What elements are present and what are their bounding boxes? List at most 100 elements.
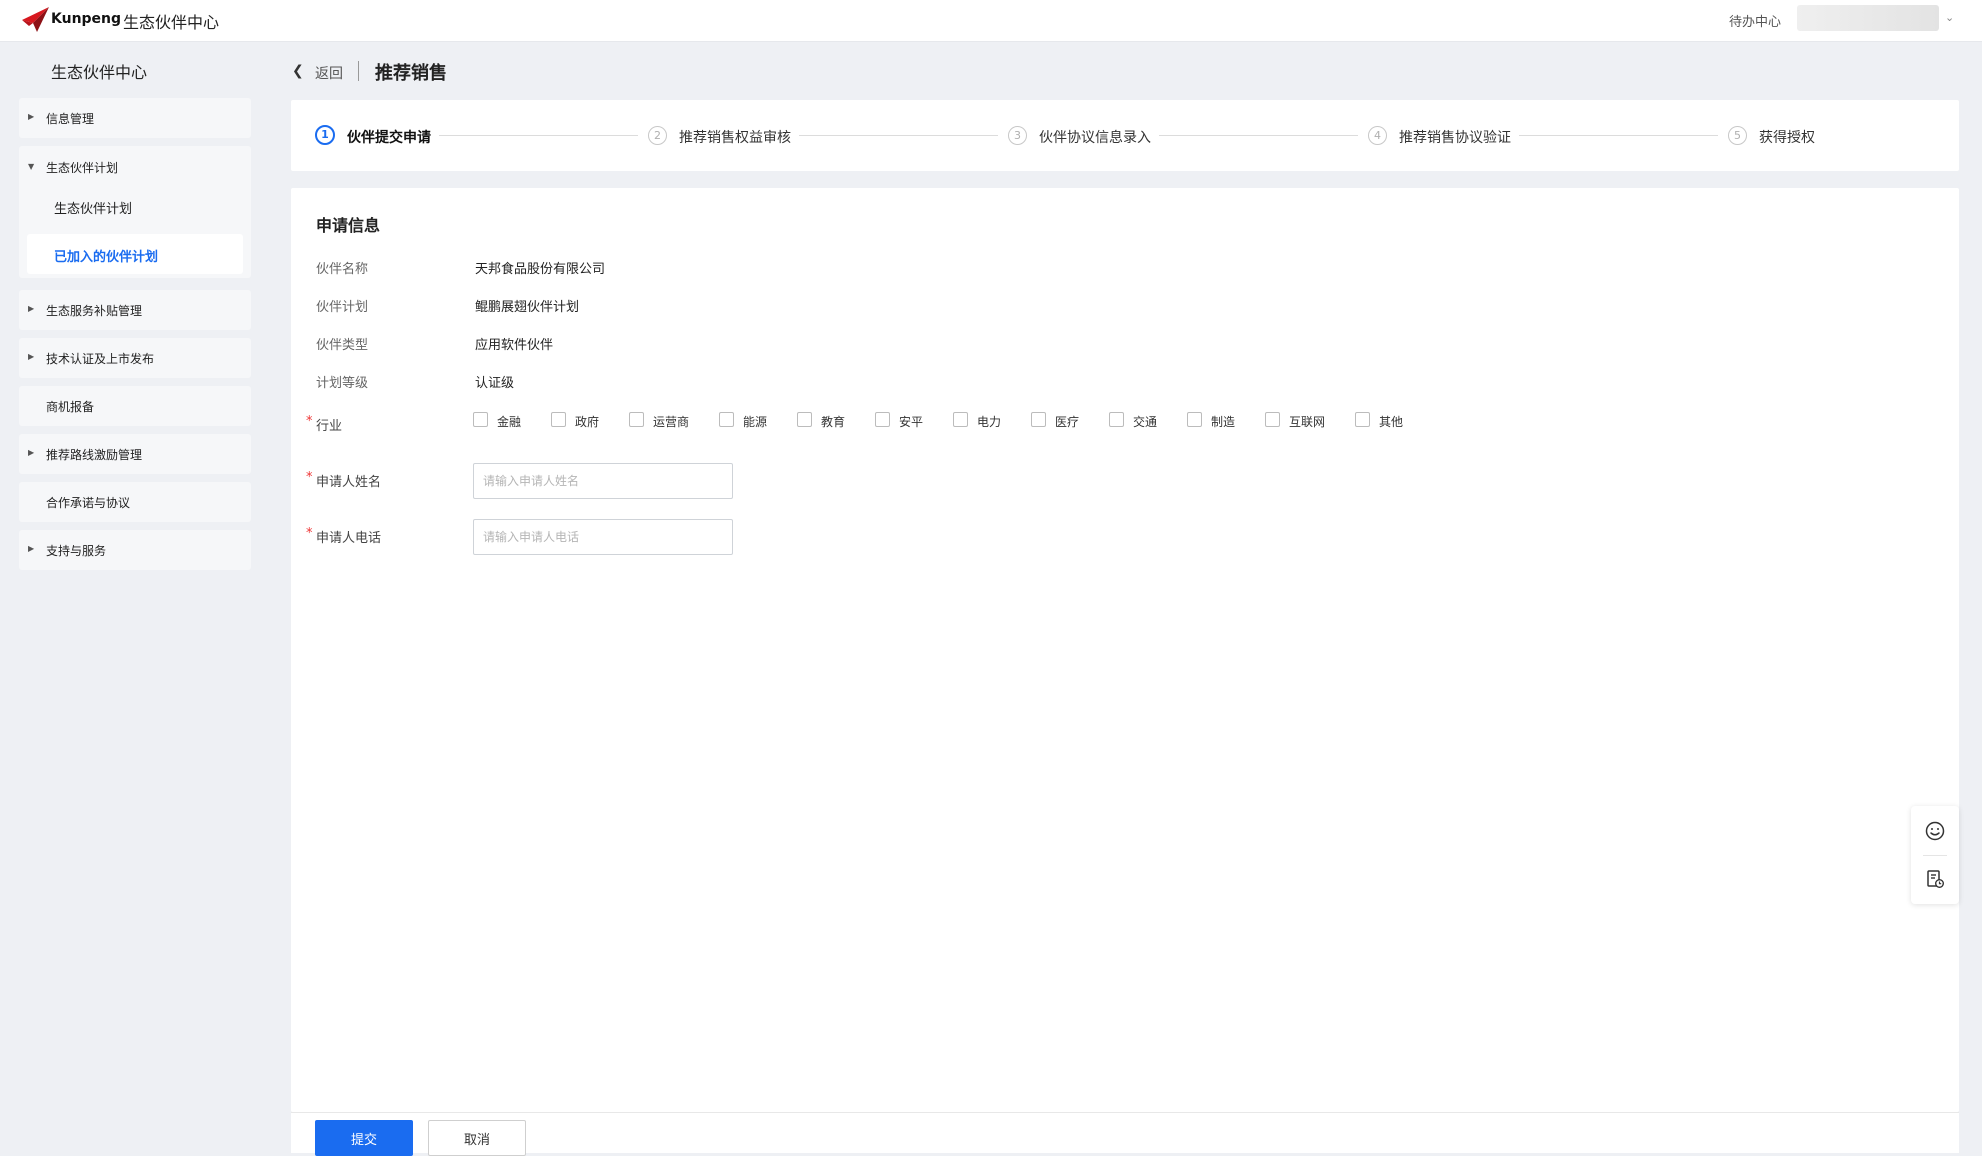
- chevron-down-icon[interactable]: ⌄: [1945, 11, 1954, 24]
- sidebar-item-commitment-agreement[interactable]: 合作承诺与协议: [19, 482, 251, 522]
- checkbox-box[interactable]: [629, 412, 644, 427]
- applicant-name-input[interactable]: [473, 463, 733, 499]
- field-value-partner-plan: 鲲鹏展翅伙伴计划: [475, 300, 580, 315]
- step-number-5: 5: [1728, 126, 1747, 145]
- sidebar-item-subsidy-management[interactable]: ▶ 生态服务补贴管理: [19, 290, 251, 330]
- floating-toolbar: [1911, 806, 1959, 904]
- checkbox-box[interactable]: [953, 412, 968, 427]
- sidebar-item-label: 信息管理: [46, 112, 95, 126]
- checkbox-label[interactable]: 教育: [821, 413, 845, 430]
- checkbox-label[interactable]: 电力: [977, 413, 1001, 430]
- caret-down-icon[interactable]: ▼: [28, 162, 34, 171]
- sidebar-item-label: 技术认证及上市发布: [46, 352, 155, 366]
- checkbox-box[interactable]: [551, 412, 566, 427]
- checkbox-label[interactable]: 交通: [1133, 413, 1157, 430]
- checkbox-box[interactable]: [797, 412, 812, 427]
- step-label-4: 推荐销售协议验证: [1399, 130, 1511, 146]
- caret-right-icon: ▶: [28, 448, 35, 457]
- sidebar-item-certification-release[interactable]: ▶ 技术认证及上市发布: [19, 338, 251, 378]
- required-mark: *: [306, 526, 313, 541]
- step-connector: [439, 135, 638, 136]
- sidebar-item-opportunity-report[interactable]: 商机报备: [19, 386, 251, 426]
- field-value-plan-level: 认证级: [475, 376, 515, 391]
- step-label-3: 伙伴协议信息录入: [1039, 130, 1151, 146]
- required-mark: *: [306, 414, 313, 429]
- sidebar-item-label: 推荐路线激励管理: [46, 448, 143, 462]
- checkbox-box[interactable]: [1109, 412, 1124, 427]
- sidebar-item-support-service[interactable]: ▶ 支持与服务: [19, 530, 251, 570]
- field-label-partner-type: 伙伴类型: [316, 338, 369, 353]
- top-bar: Kunpeng 生态伙伴中心 待办中心 ⌄: [0, 0, 1982, 42]
- field-value-partner-type: 应用软件伙伴: [475, 338, 554, 353]
- step-number-2: 2: [648, 126, 667, 145]
- step-connector: [1519, 135, 1718, 136]
- checkbox-box[interactable]: [1355, 412, 1370, 427]
- application-form: 申请信息 伙伴名称 天邦食品股份有限公司 伙伴计划 鲲鹏展翅伙伴计划 伙伴类型 …: [291, 188, 1959, 1112]
- steps-card: 1 伙伴提交申请 2 推荐销售权益审核 3 伙伴协议信息录入 4 推荐销售协议验…: [291, 100, 1959, 171]
- step-number-4: 4: [1368, 126, 1387, 145]
- step-label-1: 伙伴提交申请: [347, 130, 431, 146]
- sidebar-subitem-joined-plans[interactable]: 已加入的伙伴计划: [27, 234, 243, 274]
- step-connector: [799, 135, 998, 136]
- field-label-partner-name: 伙伴名称: [316, 262, 369, 277]
- smiley-feedback-icon[interactable]: [1924, 820, 1946, 842]
- required-mark: *: [306, 470, 313, 485]
- checkbox-box[interactable]: [875, 412, 890, 427]
- submit-button[interactable]: 提交: [315, 1120, 413, 1156]
- field-label-partner-plan: 伙伴计划: [316, 300, 369, 315]
- caret-right-icon: ▶: [28, 112, 35, 121]
- checkbox-box[interactable]: [1187, 412, 1202, 427]
- kunpeng-logo-icon[interactable]: [20, 6, 50, 34]
- back-arrow-icon[interactable]: ❮: [292, 63, 304, 79]
- caret-right-icon: ▶: [28, 304, 35, 313]
- checkbox-label[interactable]: 互联网: [1289, 413, 1325, 430]
- sidebar-item-info-management[interactable]: ▶ 信息管理: [19, 98, 251, 138]
- sidebar-subitem-partner-plan[interactable]: 生态伙伴计划: [54, 198, 132, 217]
- sidebar-item-label[interactable]: 生态伙伴计划: [46, 159, 118, 176]
- checkbox-label[interactable]: 能源: [743, 413, 767, 430]
- applicant-name-label: 申请人姓名: [316, 475, 382, 490]
- step-number-3: 3: [1008, 126, 1027, 145]
- cancel-button[interactable]: 取消: [428, 1120, 526, 1156]
- step-connector: [1159, 135, 1358, 136]
- sidebar-group-partner-plan: ▼ 生态伙伴计划 生态伙伴计划 已加入的伙伴计划: [19, 146, 251, 278]
- checkbox-box[interactable]: [1265, 412, 1280, 427]
- toolbar-separator: [1923, 855, 1947, 856]
- sidebar-item-label: 商机报备: [46, 400, 95, 414]
- action-bar: 提交 取消: [291, 1112, 1959, 1156]
- caret-right-icon: ▶: [28, 352, 35, 361]
- checkbox-label[interactable]: 医疗: [1055, 413, 1079, 430]
- document-history-icon[interactable]: [1924, 868, 1946, 890]
- checkbox-label[interactable]: 制造: [1211, 413, 1235, 430]
- back-link[interactable]: 返回: [315, 63, 343, 83]
- sidebar-item-route-incentive[interactable]: ▶ 推荐路线激励管理: [19, 434, 251, 474]
- step-number-1: 1: [315, 125, 335, 145]
- industry-label: 行业: [316, 419, 343, 434]
- checkbox-label[interactable]: 运营商: [653, 413, 689, 430]
- checkbox-box[interactable]: [719, 412, 734, 427]
- sidebar-item-label: 支持与服务: [46, 544, 107, 558]
- checkbox-label[interactable]: 安平: [899, 413, 923, 430]
- checkbox-label[interactable]: 金融: [497, 413, 521, 430]
- app-title: 生态伙伴中心: [123, 13, 220, 32]
- sidebar-item-label: 生态服务补贴管理: [46, 304, 143, 318]
- field-label-plan-level: 计划等级: [316, 376, 369, 391]
- checkbox-box[interactable]: [1031, 412, 1046, 427]
- step-label-2: 推荐销售权益审核: [679, 130, 791, 146]
- section-title: 申请信息: [316, 216, 381, 235]
- applicant-phone-input[interactable]: [473, 519, 733, 555]
- user-account-menu[interactable]: [1797, 5, 1939, 31]
- caret-right-icon: ▶: [28, 544, 35, 553]
- sidebar-title: 生态伙伴中心: [51, 63, 148, 82]
- checkbox-label[interactable]: 其他: [1379, 413, 1403, 430]
- step-label-5: 获得授权: [1759, 130, 1815, 146]
- todo-center-link[interactable]: 待办中心: [1729, 11, 1781, 30]
- applicant-phone-label: 申请人电话: [316, 531, 382, 546]
- field-value-partner-name: 天邦食品股份有限公司: [475, 262, 606, 277]
- header-divider: [358, 61, 359, 81]
- sidebar-item-label: 合作承诺与协议: [46, 496, 131, 510]
- checkbox-label[interactable]: 政府: [575, 413, 599, 430]
- brand-name: Kunpeng: [51, 11, 122, 27]
- checkbox-box[interactable]: [473, 412, 488, 427]
- page-title: 推荐销售: [375, 63, 447, 84]
